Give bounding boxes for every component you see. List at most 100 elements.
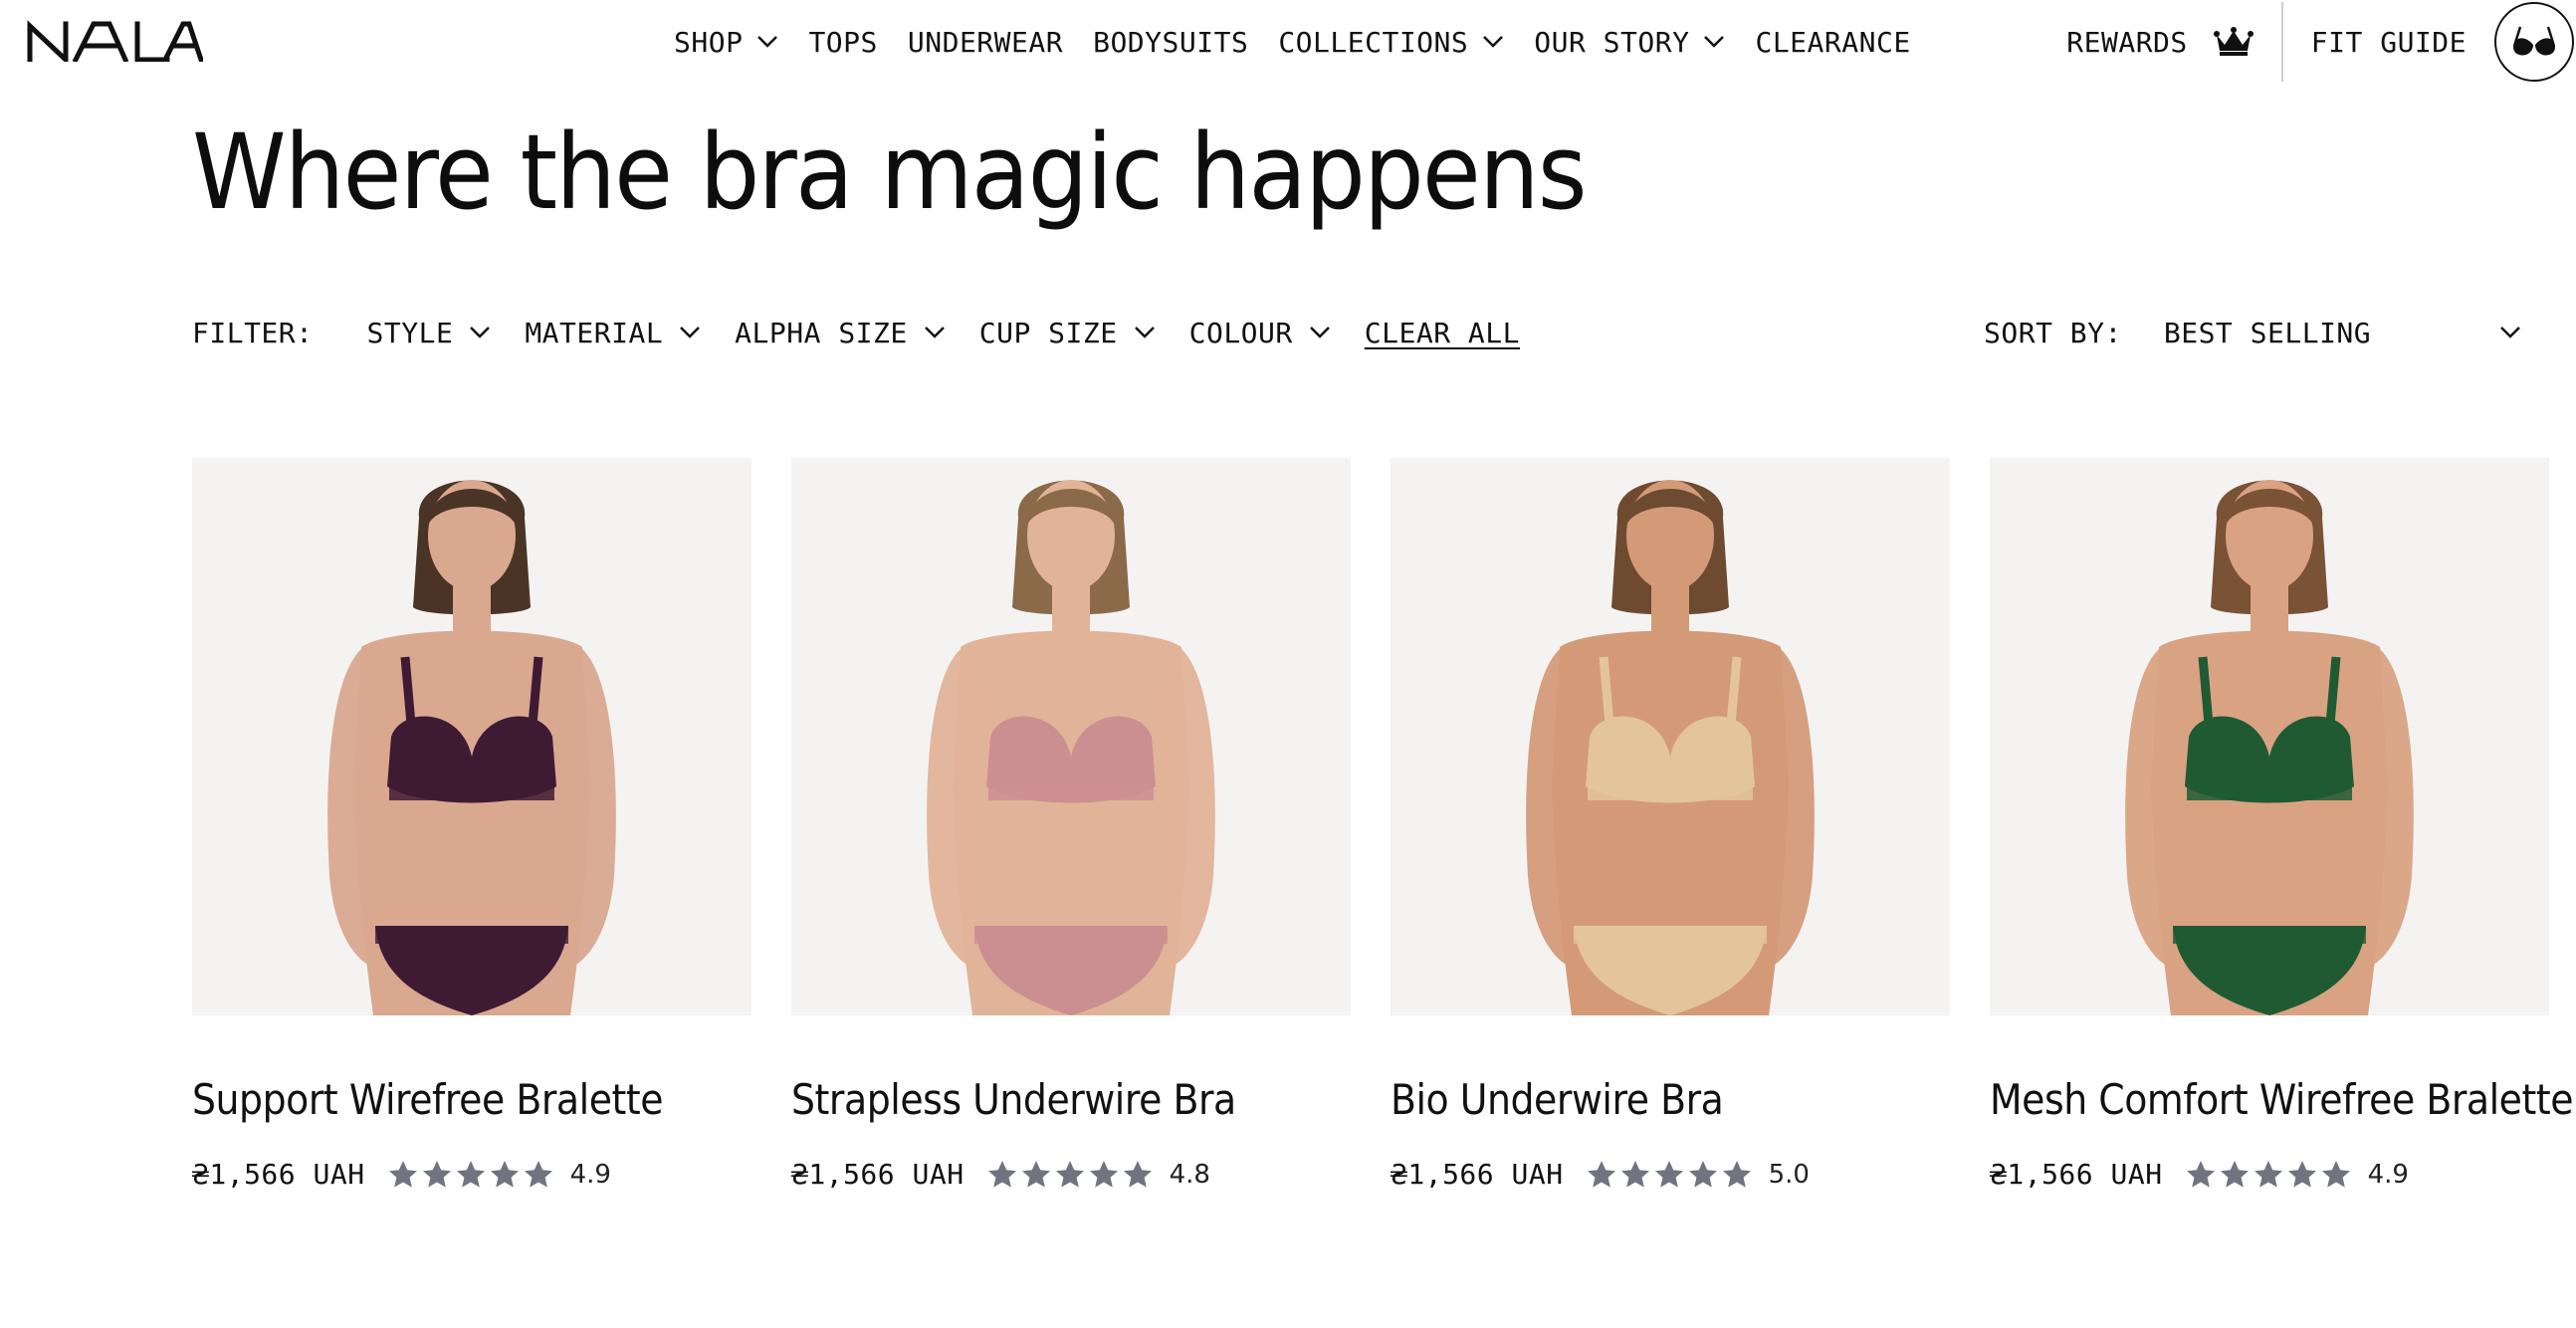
bra-icon: [2513, 26, 2555, 56]
star-rating: [387, 1159, 554, 1191]
filter-label: FILTER:: [192, 316, 314, 349]
filter-bar: FILTER: STYLE MATERIAL ALPHA SIZE CUP SI…: [192, 311, 1520, 354]
nav-clearance-label: CLEARANCE: [1755, 25, 1911, 59]
model-photo: [192, 458, 751, 1015]
nav-collections-label: COLLECTIONS: [1278, 25, 1469, 59]
filter-material-label: MATERIAL: [525, 316, 664, 349]
product-price: ₴1,566 UAH: [192, 1158, 365, 1191]
star-icon: [490, 1160, 519, 1188]
filter-cup-size-label: CUP SIZE: [978, 316, 1118, 349]
filter-alpha-size[interactable]: ALPHA SIZE: [735, 317, 946, 349]
star-icon: [1021, 1160, 1050, 1188]
clear-all-link[interactable]: CLEAR ALL: [1365, 317, 1520, 349]
fit-guide-label: FIT GUIDE: [2310, 25, 2467, 59]
star-icon: [987, 1160, 1016, 1188]
product-card[interactable]: Support Wirefree Bralette ₴1,566 UAH 4.9: [192, 458, 751, 1191]
chevron-down-icon: [1134, 327, 1155, 338]
star-icon: [524, 1160, 552, 1188]
product-meta: ₴1,566 UAH 5.0: [1391, 1158, 1950, 1191]
product-card[interactable]: Strapless Underwire Bra ₴1,566 UAH 4.8: [791, 458, 1351, 1191]
star-icon: [388, 1160, 417, 1188]
nav-bodysuits-label: BODYSUITS: [1093, 25, 1249, 59]
bra-icon-button[interactable]: [2494, 2, 2574, 82]
chevron-down-icon: [757, 36, 778, 48]
filter-style[interactable]: STYLE: [367, 317, 492, 349]
star-icon: [2321, 1160, 2350, 1188]
site-header: SHOP TOPS UNDERWEAR BODYSUITS COLLECTION…: [0, 0, 2576, 84]
nav-underwear-label: UNDERWEAR: [907, 25, 1064, 59]
nav-underwear[interactable]: UNDERWEAR: [908, 26, 1063, 59]
product-image[interactable]: [1990, 458, 2549, 1015]
product-card[interactable]: Mesh Comfort Wirefree Bralette ₴1,566 UA…: [1990, 458, 2573, 1191]
rating-value: 5.0: [1768, 1159, 1810, 1190]
filter-cup-size[interactable]: CUP SIZE: [979, 317, 1156, 349]
crown-icon: [2213, 27, 2254, 56]
star-icon: [422, 1160, 451, 1188]
nav-clearance[interactable]: CLEARANCE: [1755, 26, 1910, 59]
nav-tops[interactable]: TOPS: [808, 26, 877, 59]
model-photo: [1391, 458, 1950, 1015]
star-rating: [986, 1159, 1154, 1191]
product-name[interactable]: Support Wirefree Bralette: [192, 1075, 696, 1124]
chevron-down-icon[interactable]: [2499, 326, 2521, 339]
star-icon: [1722, 1160, 1751, 1188]
sort-bar: SORT BY: BEST SELLING: [1984, 311, 2521, 354]
rewards-link[interactable]: REWARDS: [2066, 26, 2281, 59]
fit-guide-link[interactable]: FIT GUIDE: [2283, 26, 2494, 59]
main-nav: SHOP TOPS UNDERWEAR BODYSUITS COLLECTION…: [674, 0, 1911, 84]
filter-material[interactable]: MATERIAL: [525, 317, 701, 349]
product-name[interactable]: Strapless Underwire Bra: [791, 1075, 1295, 1124]
product-price: ₴1,566 UAH: [1990, 1158, 2163, 1191]
product-image[interactable]: [791, 458, 1351, 1015]
product-name[interactable]: Mesh Comfort Wirefree Bralette: [1990, 1075, 2573, 1124]
chevron-down-icon: [1704, 36, 1725, 48]
star-icon: [1654, 1160, 1683, 1188]
rating-value: 4.8: [1169, 1159, 1210, 1190]
brand-logo[interactable]: [26, 20, 203, 62]
nav-our-story[interactable]: OUR STORY: [1534, 26, 1725, 59]
filter-colour[interactable]: COLOUR: [1189, 317, 1331, 349]
filter-alpha-size-label: ALPHA SIZE: [735, 316, 908, 349]
product-meta: ₴1,566 UAH 4.9: [1990, 1158, 2549, 1191]
header-actions: REWARDS FIT GUIDE: [2066, 0, 2576, 84]
page-title: Where the bra magic happens: [192, 111, 1588, 233]
chevron-down-icon: [680, 327, 701, 338]
nav-bodysuits[interactable]: BODYSUITS: [1093, 26, 1248, 59]
product-meta: ₴1,566 UAH 4.9: [192, 1158, 751, 1191]
rating-value: 4.9: [569, 1159, 611, 1190]
star-rating: [2185, 1159, 2352, 1191]
rewards-label: REWARDS: [2066, 25, 2188, 59]
star-rating: [1586, 1159, 1753, 1191]
filter-style-label: STYLE: [366, 316, 454, 349]
star-icon: [1055, 1160, 1084, 1188]
product-card[interactable]: Bio Underwire Bra ₴1,566 UAH 5.0: [1391, 458, 1950, 1191]
star-icon: [2254, 1160, 2282, 1188]
product-image[interactable]: [1391, 458, 1950, 1015]
nav-tops-label: TOPS: [808, 25, 878, 59]
product-meta: ₴1,566 UAH 4.8: [791, 1158, 1351, 1191]
product-price: ₴1,566 UAH: [791, 1158, 965, 1191]
star-icon: [2220, 1160, 2249, 1188]
star-icon: [456, 1160, 485, 1188]
chevron-down-icon: [924, 327, 945, 338]
star-icon: [1587, 1160, 1615, 1188]
product-image[interactable]: [192, 458, 751, 1015]
star-icon: [2287, 1160, 2316, 1188]
product-name[interactable]: Bio Underwire Bra: [1391, 1075, 1894, 1124]
sort-select[interactable]: BEST SELLING: [2164, 317, 2499, 349]
nav-our-story-label: OUR STORY: [1534, 25, 1690, 59]
product-price: ₴1,566 UAH: [1391, 1158, 1564, 1191]
star-icon: [1620, 1160, 1649, 1188]
nav-shop-label: SHOP: [674, 25, 744, 59]
model-photo: [1990, 458, 2549, 1015]
star-icon: [1123, 1160, 1152, 1188]
filter-colour-label: COLOUR: [1188, 316, 1293, 349]
chevron-down-icon: [1309, 327, 1330, 338]
model-photo: [791, 458, 1351, 1015]
sort-label: SORT BY:: [1984, 316, 2122, 349]
nav-collections[interactable]: COLLECTIONS: [1278, 26, 1504, 59]
rating-value: 4.9: [2367, 1159, 2409, 1190]
star-icon: [2186, 1160, 2215, 1188]
chevron-down-icon: [1483, 36, 1504, 48]
nav-shop[interactable]: SHOP: [674, 26, 778, 59]
